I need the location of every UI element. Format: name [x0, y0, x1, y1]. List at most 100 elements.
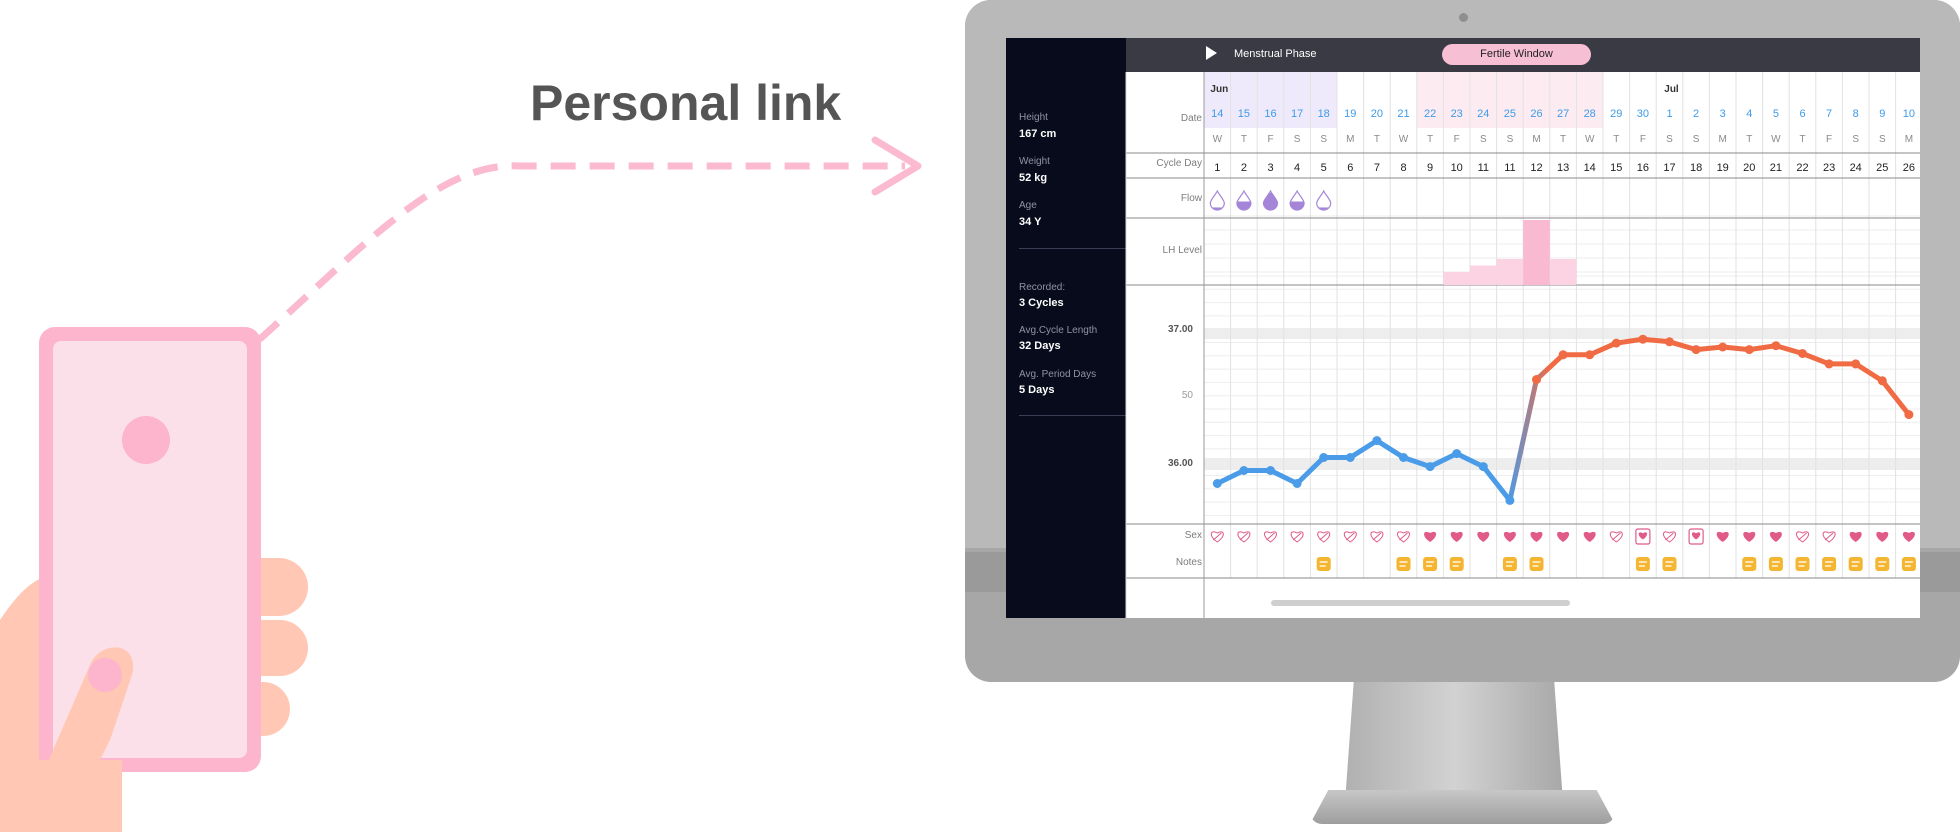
cycle-day-number: 13 [1557, 162, 1569, 174]
date-number: 29 [1610, 108, 1622, 120]
temperature-point [1505, 495, 1515, 505]
cycle-day-number: 21 [1770, 162, 1782, 174]
note-icon [1742, 557, 1757, 571]
heart-icon [1530, 531, 1543, 542]
heart-icon [1557, 531, 1570, 542]
weekday-label: S [1294, 134, 1301, 145]
heart-icon [1450, 531, 1463, 542]
cycle-day-number: 5 [1321, 162, 1327, 174]
temperature-point [1478, 462, 1488, 472]
weekday-label: T [1241, 134, 1247, 145]
weekday-label: M [1346, 134, 1354, 145]
date-number: 6 [1799, 108, 1805, 120]
note-icon [1316, 557, 1331, 571]
lh-bar [1549, 259, 1577, 285]
date-number: 18 [1318, 108, 1330, 120]
cycle-day-number: 23 [1823, 162, 1835, 174]
date-number: 21 [1397, 108, 1409, 120]
date-number: 25 [1504, 108, 1516, 120]
temperature-point [1372, 436, 1382, 446]
cycle-day-number: 11 [1478, 162, 1489, 174]
weekday-label: M [1719, 134, 1727, 145]
cycle-day-number: 25 [1876, 162, 1888, 174]
note-icon [1423, 557, 1438, 571]
weekday-label: T [1613, 134, 1619, 145]
temperature-point [1585, 350, 1595, 360]
date-number: 20 [1371, 108, 1383, 120]
month-label: Jul [1664, 84, 1679, 95]
cycle-day-number: 11 [1504, 162, 1515, 174]
thumb-tip [88, 658, 122, 692]
weekday-label: S [1666, 134, 1673, 145]
weekday-label: S [1693, 134, 1700, 145]
date-number: 30 [1637, 108, 1649, 120]
date-number: 10 [1903, 108, 1915, 120]
flow-drop-icon [1209, 189, 1225, 211]
camera-icon [1459, 13, 1468, 22]
temperature-point [1558, 350, 1568, 360]
cycle-day-number: 14 [1584, 162, 1596, 174]
lh-bar [1443, 272, 1470, 285]
temp-axis-low-label: 36.00 [1168, 458, 1193, 469]
weekday-label: T [1427, 134, 1433, 145]
temperature-point [1319, 453, 1329, 462]
heart-icon [1876, 531, 1889, 542]
heart-slash [1239, 532, 1249, 541]
weekday-label: M [1532, 134, 1540, 145]
heart-icon [1743, 531, 1756, 542]
temperature-point [1771, 341, 1781, 351]
date-number: 16 [1264, 108, 1276, 120]
weekday-label: W [1771, 134, 1781, 145]
temperature-point [1345, 453, 1355, 462]
note-icon [1635, 557, 1650, 571]
weekday-label: T [1746, 134, 1752, 145]
note-icon [1901, 557, 1916, 571]
heart-slash [1611, 532, 1621, 541]
temperature-point [1744, 345, 1754, 355]
monitor-stand-base [1310, 790, 1615, 824]
flow-fill [1236, 201, 1251, 210]
weekday-label: S [1320, 134, 1327, 145]
lh-bar [1523, 220, 1550, 285]
date-number: 27 [1557, 108, 1569, 120]
horizontal-scrollbar[interactable] [1271, 600, 1570, 606]
monitor-screen: Height 167 cm Weight 52 kg Age 34 Y Reco… [1006, 38, 1920, 618]
date-number: 2 [1693, 108, 1699, 120]
heart-icon [1716, 531, 1729, 542]
date-number: 8 [1853, 108, 1859, 120]
cycle-day-number: 24 [1850, 162, 1862, 174]
cycle-day-number: 6 [1347, 162, 1353, 174]
temperature-point [1718, 342, 1728, 352]
heart-icon [1769, 531, 1782, 542]
date-number: 22 [1424, 108, 1436, 120]
date-number: 19 [1344, 108, 1356, 120]
heart-slash [1824, 532, 1834, 541]
date-number: 5 [1773, 108, 1779, 120]
date-number: 23 [1451, 108, 1463, 120]
date-number: 4 [1746, 108, 1752, 120]
cycle-day-number: 4 [1294, 162, 1300, 174]
temperature-point [1638, 334, 1648, 344]
temperature-point [1212, 479, 1222, 488]
monitor-stand [1345, 682, 1563, 802]
heart-slash [1292, 532, 1302, 541]
heart-slash [1798, 532, 1807, 541]
temperature-point [1425, 462, 1435, 472]
weekday-label: T [1374, 134, 1380, 145]
cycle-day-number: 1 [1214, 162, 1220, 174]
cycle-day-number: 20 [1743, 162, 1755, 174]
cycle-day-number: 15 [1610, 162, 1622, 174]
heart-slash [1212, 532, 1222, 541]
heart-slash [1372, 532, 1382, 541]
flow-drop-icon [1316, 189, 1332, 211]
heart-slash [1665, 532, 1674, 541]
note-icon [1502, 557, 1517, 571]
cycle-day-number: 12 [1530, 162, 1542, 174]
heart-slash [1266, 532, 1275, 541]
date-number: 24 [1477, 108, 1489, 120]
weekday-label: T [1560, 134, 1566, 145]
temperature-point [1877, 376, 1887, 386]
weekday-label: W [1399, 134, 1409, 145]
note-icon [1822, 557, 1837, 571]
lh-bar [1470, 265, 1497, 285]
